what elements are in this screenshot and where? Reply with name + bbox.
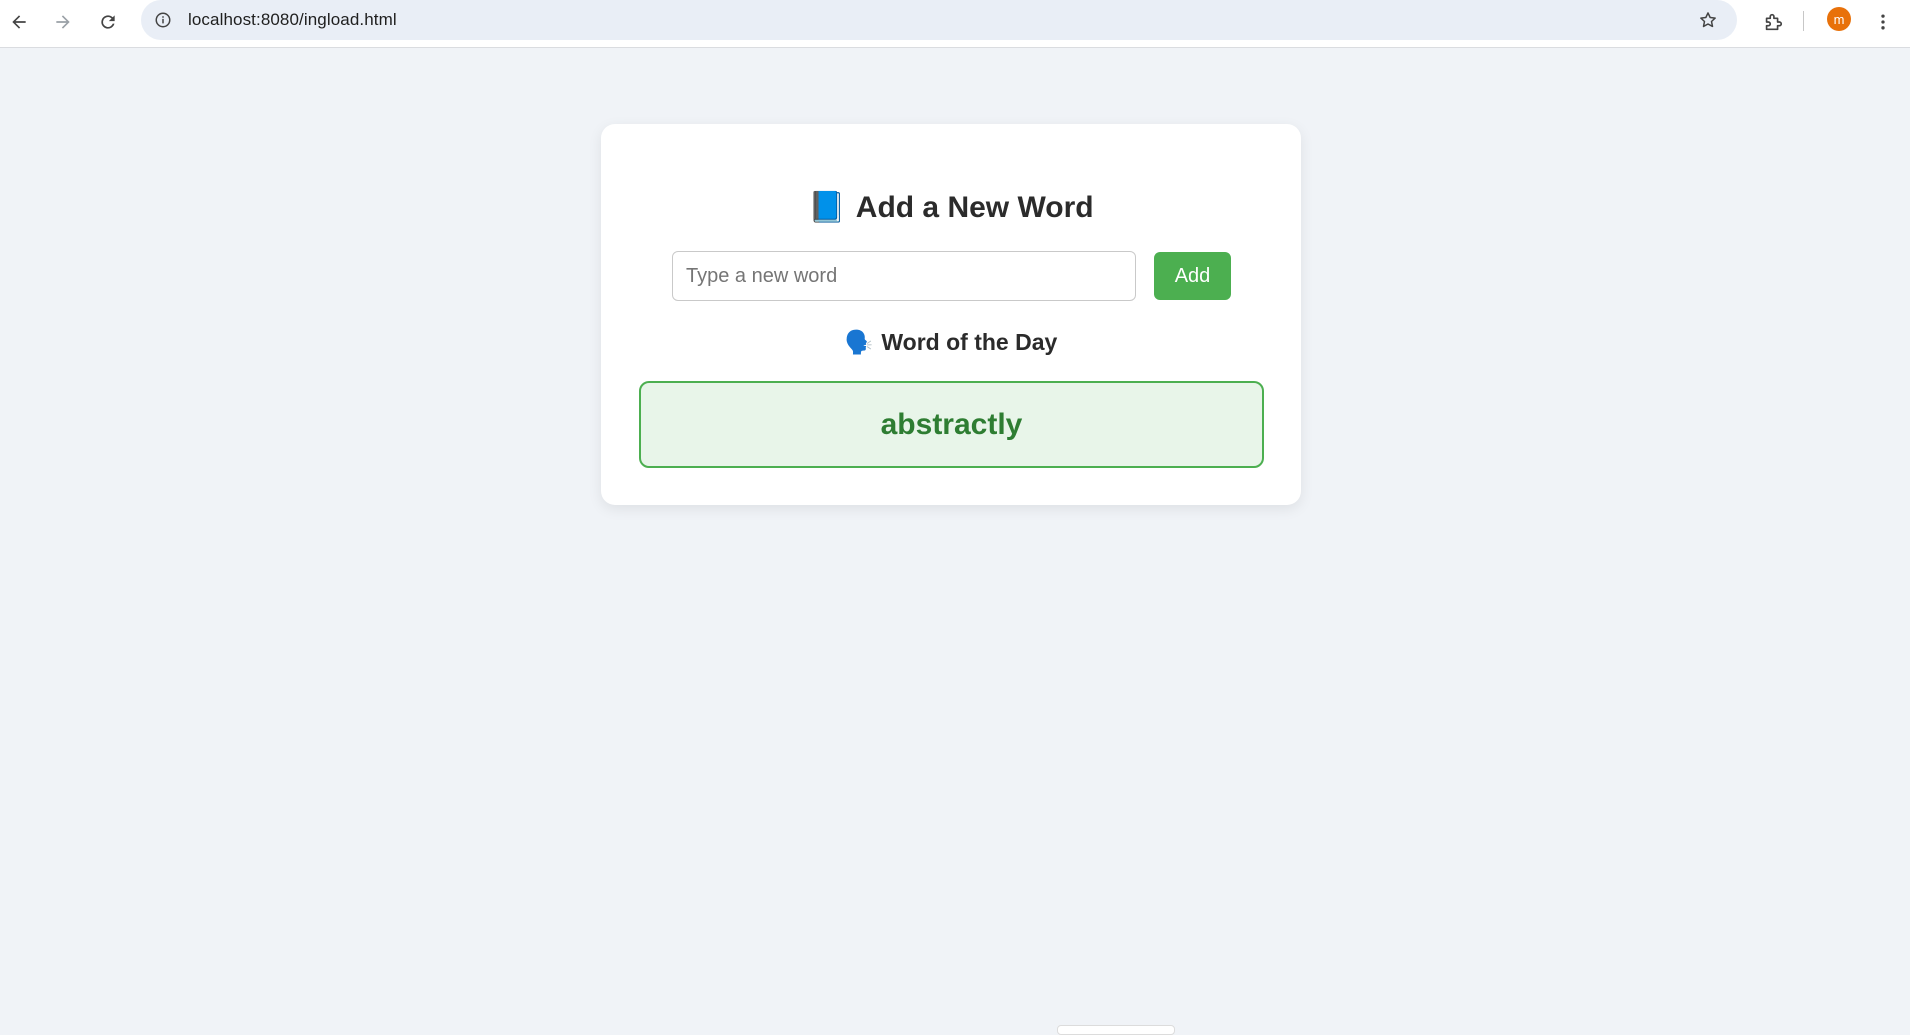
- add-button[interactable]: Add: [1154, 252, 1231, 300]
- bottom-edge-element: [1057, 1025, 1175, 1035]
- word-of-the-day-heading: 🗣️ Word of the Day: [601, 329, 1301, 356]
- reload-icon: [101, 15, 115, 29]
- word-of-the-day-value: abstractly: [880, 407, 1023, 441]
- reload-button[interactable]: [91, 5, 125, 39]
- word-of-the-day-box: abstractly: [639, 381, 1264, 468]
- arrow-right-icon: [56, 15, 70, 29]
- menu-kebab-icon[interactable]: [1867, 6, 1899, 38]
- bookmark-star-icon[interactable]: [1696, 8, 1720, 32]
- speaking-head-icon: 🗣️: [844, 329, 874, 355]
- arrow-left-icon: [12, 15, 26, 29]
- forward-button[interactable]: [46, 5, 80, 39]
- profile-avatar[interactable]: m: [1827, 7, 1851, 31]
- back-button[interactable]: [2, 5, 36, 39]
- toolbar-divider: [1803, 11, 1804, 31]
- page-title-text: Add a New Word: [855, 191, 1094, 224]
- extensions-icon[interactable]: [1757, 6, 1789, 38]
- book-icon: 📘: [808, 191, 846, 224]
- url-text[interactable]: localhost:8080/ingload.html: [188, 10, 397, 30]
- browser-toolbar: localhost:8080/ingload.html m: [0, 0, 1910, 48]
- site-info-icon[interactable]: [152, 9, 174, 31]
- new-word-input[interactable]: [672, 251, 1136, 301]
- address-bar[interactable]: localhost:8080/ingload.html: [141, 0, 1737, 40]
- page-title: 📘 Add a New Word: [601, 190, 1301, 225]
- add-word-card: 📘 Add a New Word Add 🗣️ Word of the Day ab…: [601, 124, 1301, 505]
- word-of-the-day-label: Word of the Day: [881, 329, 1058, 355]
